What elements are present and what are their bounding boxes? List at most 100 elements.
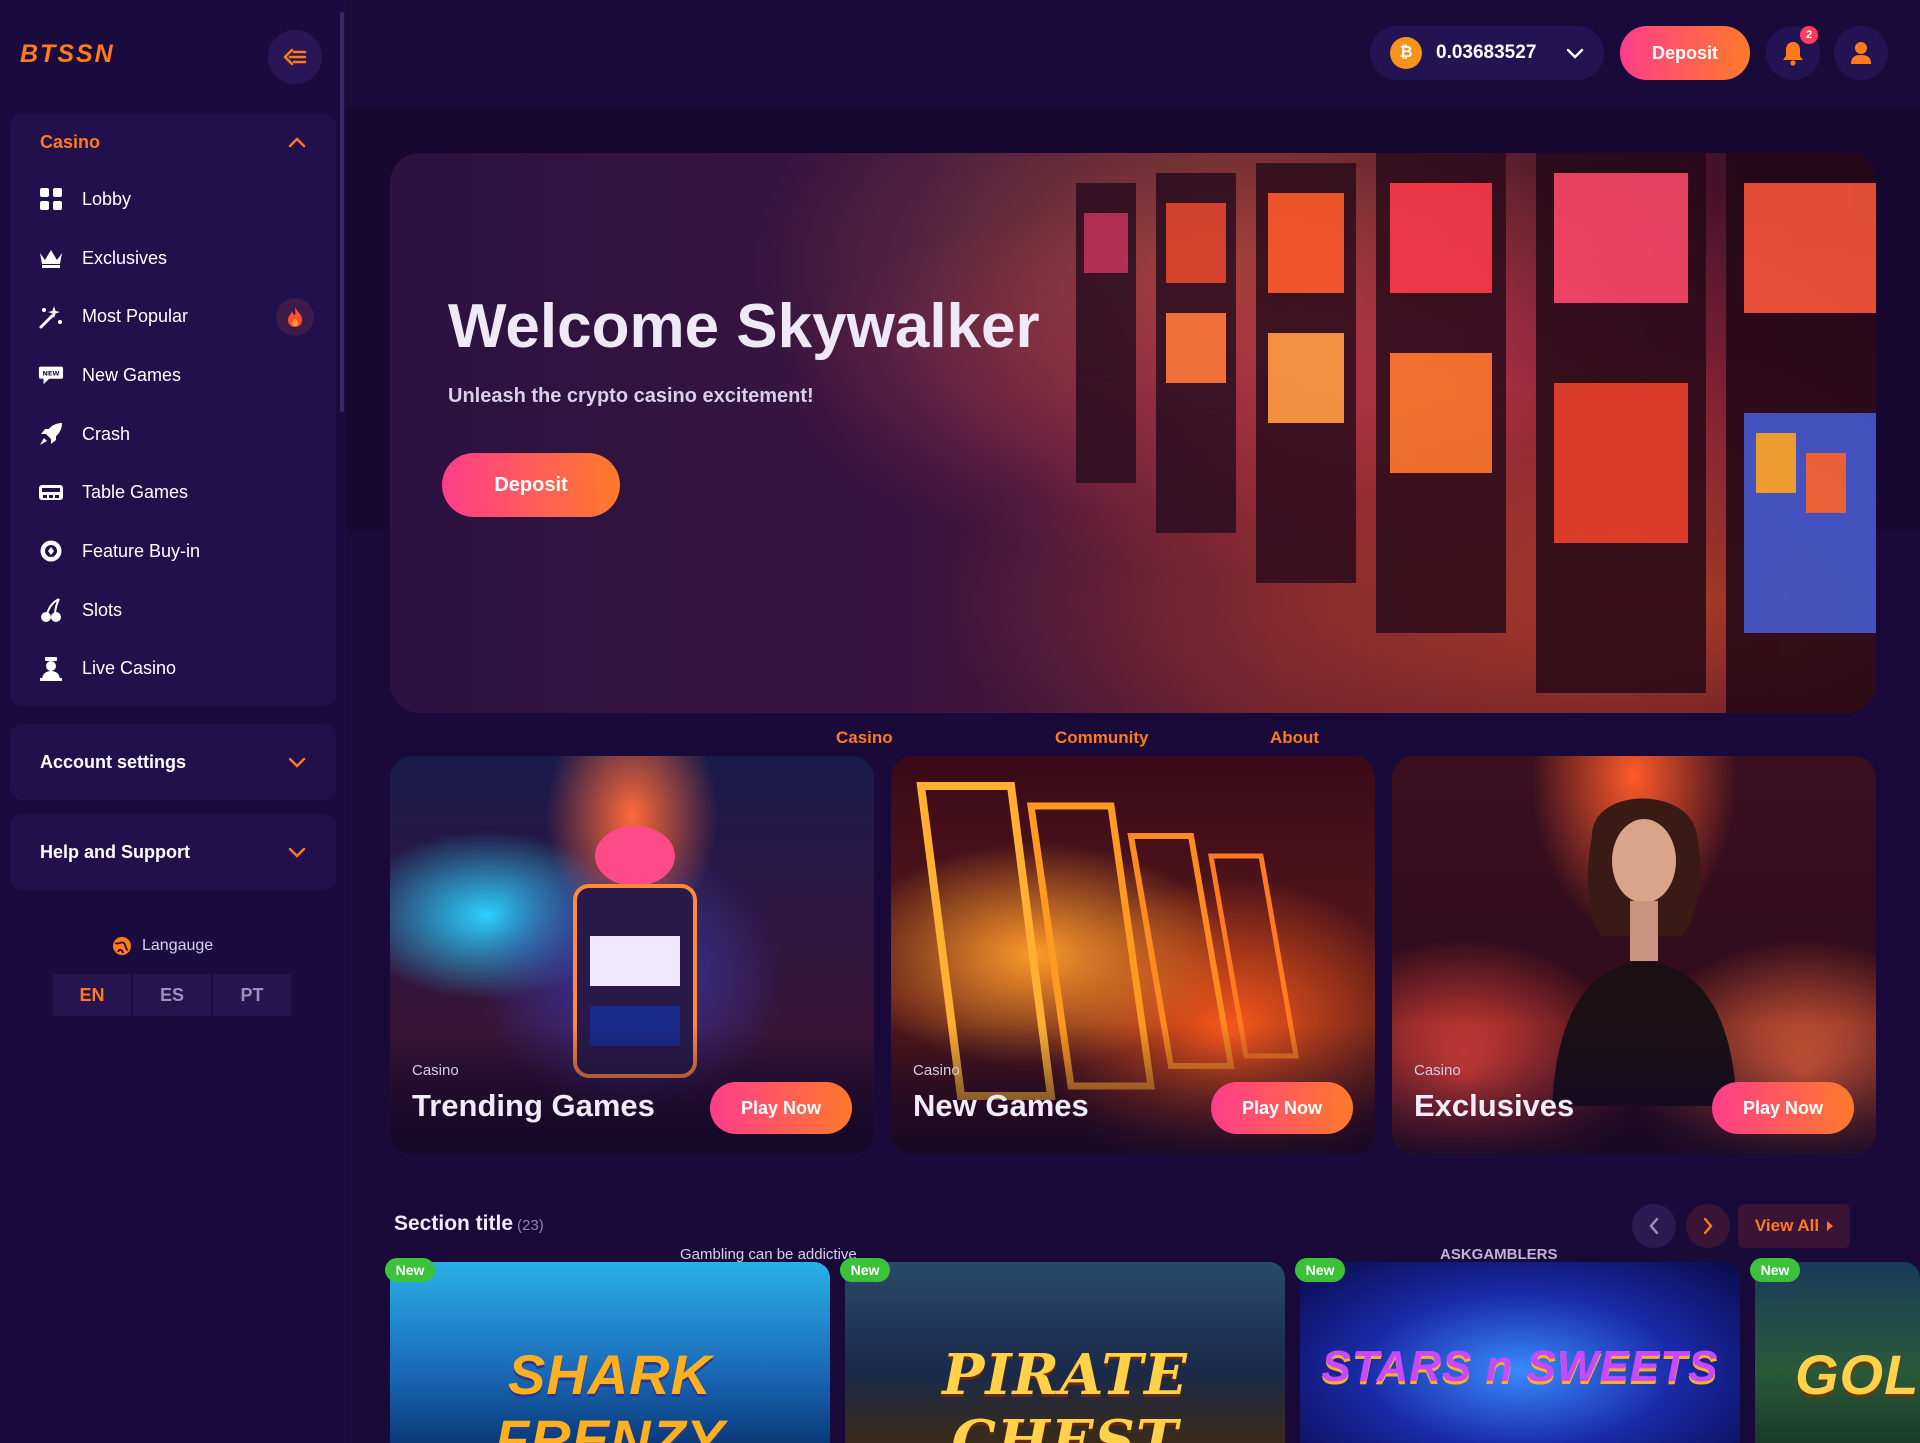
casino-panel: Casino Lobby Exclusives Most Popular NEW… [10, 114, 336, 706]
brand-logo[interactable]: BTSSN [20, 40, 115, 69]
footer-link-community[interactable]: Community [1055, 728, 1149, 748]
sidebar-item-label: Lobby [82, 188, 132, 209]
game-tile-stars-n-sweets[interactable]: STARS n SWEETS [1300, 1262, 1740, 1443]
new-badge: New [840, 1258, 890, 1282]
chevron-down-icon [288, 847, 306, 858]
play-now-button[interactable]: Play Now [710, 1082, 852, 1134]
sidebar-item-label: Table Games [82, 482, 189, 503]
sidebar-item-live-casino[interactable]: Live Casino [10, 640, 336, 699]
footer-link-casino[interactable]: Casino [836, 728, 893, 748]
notification-count-badge: 2 [1800, 26, 1818, 44]
account-settings-panel[interactable]: Account settings [10, 724, 336, 800]
fire-icon [276, 297, 314, 336]
prev-button[interactable] [1632, 1204, 1676, 1248]
casino-panel-header[interactable]: Casino [10, 114, 336, 170]
help-support-panel[interactable]: Help and Support [10, 814, 336, 890]
profile-button[interactable] [1834, 26, 1888, 80]
play-now-button[interactable]: Play Now [1712, 1082, 1854, 1134]
sidebar-item-label: Feature Buy-in [82, 540, 201, 561]
sidebar-item-slots[interactable]: Slots [10, 581, 336, 640]
askgamblers-logo: ASKGAMBLERS [1440, 1246, 1558, 1263]
sidebar-item-lobby[interactable]: Lobby [10, 170, 336, 229]
language-title: Langauge [112, 936, 213, 956]
language-es-button[interactable]: ES [133, 974, 211, 1016]
user-icon [1851, 42, 1871, 64]
card-category-label: Casino [913, 1062, 960, 1079]
game-tile-pirate-chest[interactable]: PIRATE CHEST [845, 1262, 1285, 1443]
game-tile-gold[interactable]: GOLD [1755, 1262, 1920, 1443]
view-all-button[interactable]: View All [1738, 1204, 1850, 1248]
grid-icon [38, 186, 64, 212]
category-card-exclusives[interactable]: Casino Exclusives Play Now [1392, 756, 1876, 1154]
card-title: Trending Games [412, 1088, 655, 1123]
category-card-new-games[interactable]: Casino New Games Play Now [891, 756, 1375, 1154]
sidebar-item-table-games[interactable]: Table Games [10, 463, 336, 522]
view-all-label: View All [1754, 1216, 1820, 1235]
slot-machines-image [1076, 153, 1876, 713]
language-title-label: Langauge [142, 937, 214, 954]
new-tag-icon: NEW [38, 362, 64, 388]
new-badge: New [385, 1258, 435, 1282]
sidebar-item-label: Most Popular [82, 306, 189, 327]
table-icon [38, 480, 64, 506]
category-card-trending[interactable]: Casino Trending Games Play Now [390, 756, 874, 1154]
game-tile-shark-frenzy[interactable]: SHARK FRENZY [390, 1262, 830, 1443]
new-badge: New [1295, 1258, 1345, 1282]
game-title: STARS n SWEETS [1321, 1342, 1719, 1391]
card-category-label: Casino [412, 1062, 459, 1079]
collapse-sidebar-button[interactable] [268, 30, 322, 84]
casino-header-label: Casino [40, 131, 101, 152]
language-en-button[interactable]: EN [53, 974, 131, 1016]
footer-link-about[interactable]: About [1270, 728, 1319, 748]
chevron-left-icon [1649, 1217, 1659, 1235]
rocket-icon [38, 421, 64, 447]
sidebar-item-most-popular[interactable]: Most Popular [10, 287, 336, 346]
cherry-icon [38, 597, 64, 623]
card-title: Exclusives [1414, 1088, 1575, 1123]
language-selector: EN ES PT [53, 974, 291, 1016]
notifications-button[interactable]: 2 [1766, 26, 1820, 80]
sidebar-item-label: Live Casino [82, 658, 177, 679]
card-title: New Games [913, 1088, 1089, 1123]
sidebar: BTSSN Casino Lobby Exclusives Most Popul… [0, 0, 346, 1443]
sidebar-item-crash[interactable]: Crash [10, 405, 336, 464]
sidebar-scrollbar[interactable] [340, 12, 344, 412]
game-title: GOLD [1795, 1343, 1920, 1406]
gambling-note: Gambling can be addictive [680, 1246, 857, 1263]
top-deposit-button[interactable]: Deposit [1620, 26, 1750, 80]
sidebar-item-feature-buy-in[interactable]: Feature Buy-in [10, 522, 336, 581]
hero-subtitle: Unleash the crypto casino excitement! [448, 385, 814, 407]
sidebar-item-label: Crash [82, 423, 131, 444]
sidebar-item-label: Slots [82, 599, 123, 620]
sidebar-item-new-games[interactable]: NEW New Games [10, 346, 336, 405]
balance-selector[interactable]: ₿ 0.03683527 [1370, 26, 1604, 80]
hero-deposit-button[interactable]: Deposit [442, 453, 620, 517]
caret-right-icon [1827, 1221, 1834, 1231]
hero-title: Welcome Skywalker [448, 292, 1040, 361]
chevron-right-icon [1703, 1217, 1713, 1235]
new-badge: New [1750, 1258, 1800, 1282]
sidebar-item-exclusives[interactable]: Exclusives [10, 229, 336, 288]
coin-icon [38, 538, 64, 564]
account-settings-label: Account settings [40, 751, 187, 772]
hero-banner: Welcome Skywalker Unleash the crypto cas… [390, 153, 1876, 713]
card-category-label: Casino [1414, 1062, 1461, 1079]
section-title: Section title (23) [394, 1212, 544, 1236]
help-support-label: Help and Support [40, 841, 190, 862]
section-title-label: Section title [394, 1212, 514, 1235]
chevron-down-icon [288, 757, 306, 768]
dealer-icon [38, 656, 64, 682]
svg-text:NEW: NEW [42, 370, 59, 378]
next-button[interactable] [1686, 1204, 1730, 1248]
language-pt-button[interactable]: PT [213, 974, 291, 1016]
play-now-button[interactable]: Play Now [1211, 1082, 1353, 1134]
sidebar-item-label: New Games [82, 364, 182, 385]
bitcoin-icon: ₿ [1390, 37, 1422, 69]
bell-icon [1783, 42, 1803, 66]
sidebar-item-label: Exclusives [82, 247, 168, 268]
chevron-up-icon [288, 137, 306, 148]
crown-icon [38, 245, 64, 271]
game-title: SHARK FRENZY [495, 1343, 725, 1443]
balance-value: 0.03683527 [1436, 42, 1537, 63]
globe-icon [113, 937, 131, 955]
